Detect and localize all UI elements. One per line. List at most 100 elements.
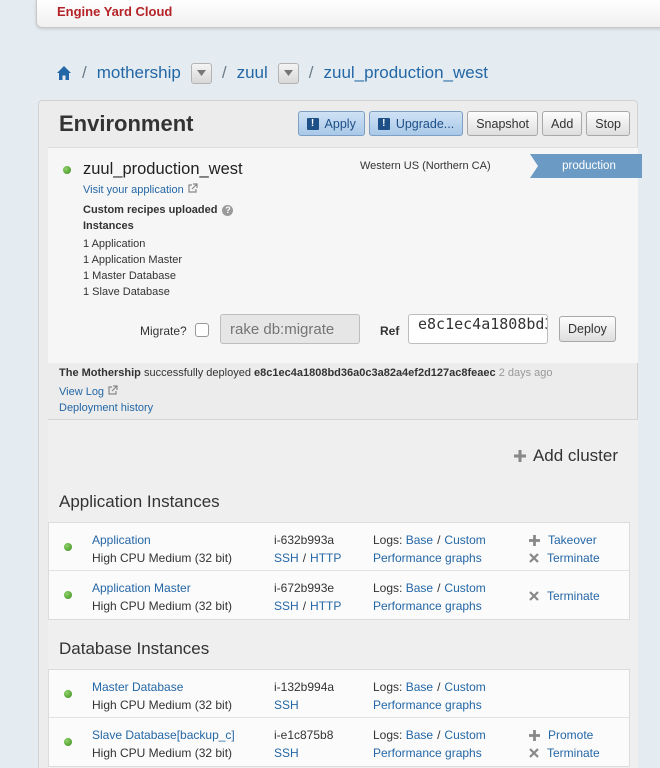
base-log-link[interactable]: Base (406, 581, 433, 595)
instance-size: High CPU Medium (32 bit) (92, 599, 233, 613)
view-log-link[interactable]: View Log (59, 386, 104, 398)
instance-id: i-132b994a (274, 680, 335, 694)
custom-log-link[interactable]: Custom (444, 581, 485, 595)
logs-label: Logs: (373, 533, 403, 547)
database-instances-table: Master Database High CPU Medium (32 bit)… (48, 669, 630, 767)
breadcrumb-account-link[interactable]: mothership (97, 63, 181, 83)
instances-summary: 1 Application 1 Application Master 1 Mas… (83, 236, 182, 300)
brand-logo[interactable]: Engine Yard Cloud (57, 4, 172, 19)
breadcrumb-app-link[interactable]: zuul (237, 63, 268, 83)
add-cluster-button[interactable]: Add cluster (513, 446, 618, 466)
environment-toolbar: ! Apply ! Upgrade... Snapshot Add Stop (297, 111, 630, 136)
deploy-message: successfully deployed (143, 367, 251, 379)
environment-details: zuul_production_west Visit your applicat… (48, 147, 642, 363)
apply-button[interactable]: ! Apply (297, 111, 365, 136)
home-icon[interactable] (56, 65, 72, 81)
instance-size: High CPU Medium (32 bit) (92, 551, 233, 565)
deploy-actor: The Mothership (59, 367, 141, 379)
external-link-icon (108, 385, 118, 395)
performance-graphs-link[interactable]: Performance graphs (373, 551, 482, 565)
ssh-link[interactable]: SSH (274, 746, 299, 760)
instance-name-link[interactable]: Slave Database[backup_c] (92, 728, 235, 742)
help-icon[interactable]: ? (222, 204, 234, 216)
status-indicator (63, 166, 71, 174)
breadcrumb-separator: / (82, 63, 87, 82)
performance-graphs-link[interactable]: Performance graphs (373, 698, 482, 712)
status-indicator (64, 738, 72, 746)
deploy-button[interactable]: Deploy (559, 316, 616, 342)
status-indicator (64, 543, 72, 551)
account-dropdown-button[interactable] (190, 62, 212, 84)
migrate-label: Migrate? (140, 324, 187, 338)
app-dropdown-button[interactable] (277, 62, 299, 84)
deployment-links: View Log Deployment history (59, 384, 153, 416)
application-instances-heading: Application Instances (59, 492, 220, 511)
instance-name-link[interactable]: Master Database (92, 680, 183, 694)
migrate-checkbox[interactable] (195, 323, 209, 337)
http-link[interactable]: HTTP (310, 551, 341, 565)
database-instances-heading: Database Instances (59, 639, 210, 658)
instance-size: High CPU Medium (32 bit) (92, 698, 233, 712)
visit-application-link[interactable]: Visit your application (83, 184, 184, 196)
logs-label: Logs: (373, 581, 403, 595)
custom-log-link[interactable]: Custom (444, 533, 485, 547)
upgrade-button[interactable]: ! Upgrade... (368, 111, 464, 136)
base-log-link[interactable]: Base (406, 533, 433, 547)
logs-label: Logs: (373, 680, 403, 694)
status-indicator (64, 591, 72, 599)
terminate-link[interactable]: Terminate (547, 744, 600, 762)
upgrade-label: Upgrade... (395, 116, 455, 131)
plus-icon (529, 534, 540, 546)
instance-name-link[interactable]: Application Master (92, 581, 191, 595)
deployment-history-link[interactable]: Deployment history (59, 402, 153, 414)
terminate-link[interactable]: Terminate (547, 587, 600, 605)
alert-icon: ! (306, 117, 319, 130)
promote-link[interactable]: Promote (548, 726, 593, 744)
snapshot-button[interactable]: Snapshot (467, 111, 539, 136)
base-log-link[interactable]: Base (406, 680, 433, 694)
add-button[interactable]: Add (542, 111, 583, 136)
ssh-link[interactable]: SSH (274, 551, 299, 565)
instance-id: i-672b993e (274, 581, 335, 595)
base-log-link[interactable]: Base (406, 728, 433, 742)
performance-graphs-link[interactable]: Performance graphs (373, 599, 482, 613)
table-row: Application Master High CPU Medium (32 b… (49, 571, 629, 619)
status-indicator (64, 690, 72, 698)
migrate-command-input[interactable] (220, 314, 360, 344)
close-icon (529, 591, 539, 601)
breadcrumb-separator: / (221, 63, 227, 82)
alert-icon: ! (377, 117, 390, 130)
plus-icon (529, 729, 540, 741)
stop-button[interactable]: Stop (586, 111, 630, 136)
ref-input[interactable]: e8c1ec4a1808bd36a0c3a82a4ef2d127ac8feaec (408, 314, 548, 344)
close-icon (529, 553, 539, 563)
deploy-time: 2 days ago (498, 367, 553, 379)
breadcrumb-separator: / (308, 63, 314, 82)
visit-application[interactable]: Visit your application (83, 183, 198, 196)
ssh-link[interactable]: SSH (274, 698, 299, 712)
breadcrumb-environment-link[interactable]: zuul_production_west (324, 63, 488, 83)
ssh-link[interactable]: SSH (274, 599, 299, 613)
instance-size: High CPU Medium (32 bit) (92, 746, 233, 760)
region-label: Western US (Northern CA) (360, 160, 491, 172)
close-icon (529, 748, 539, 758)
last-deployment: The Mothership successfully deployed e8c… (59, 367, 639, 379)
takeover-link[interactable]: Takeover (548, 531, 597, 549)
add-cluster-label: Add cluster (532, 446, 618, 465)
deploy-sha: e8c1ec4a1808bd36a0c3a82a4ef2d127ac8feaec (254, 367, 496, 379)
custom-log-link[interactable]: Custom (444, 728, 485, 742)
clusters-area: Add cluster Application Instances Applic… (48, 420, 638, 768)
http-link[interactable]: HTTP (310, 599, 341, 613)
instance-count: 1 Application Master (83, 254, 183, 266)
terminate-link[interactable]: Terminate (547, 549, 600, 567)
instances-heading: Instances (83, 220, 134, 232)
apply-label: Apply (324, 116, 356, 131)
plus-icon (513, 450, 526, 462)
instance-name-link[interactable]: Application (92, 533, 151, 547)
page-title: Environment (59, 111, 194, 136)
external-link-icon (188, 183, 198, 193)
environment-name: zuul_production_west (83, 160, 243, 178)
instance-count: 1 Application (83, 238, 146, 250)
custom-log-link[interactable]: Custom (444, 680, 485, 694)
performance-graphs-link[interactable]: Performance graphs (373, 746, 482, 760)
